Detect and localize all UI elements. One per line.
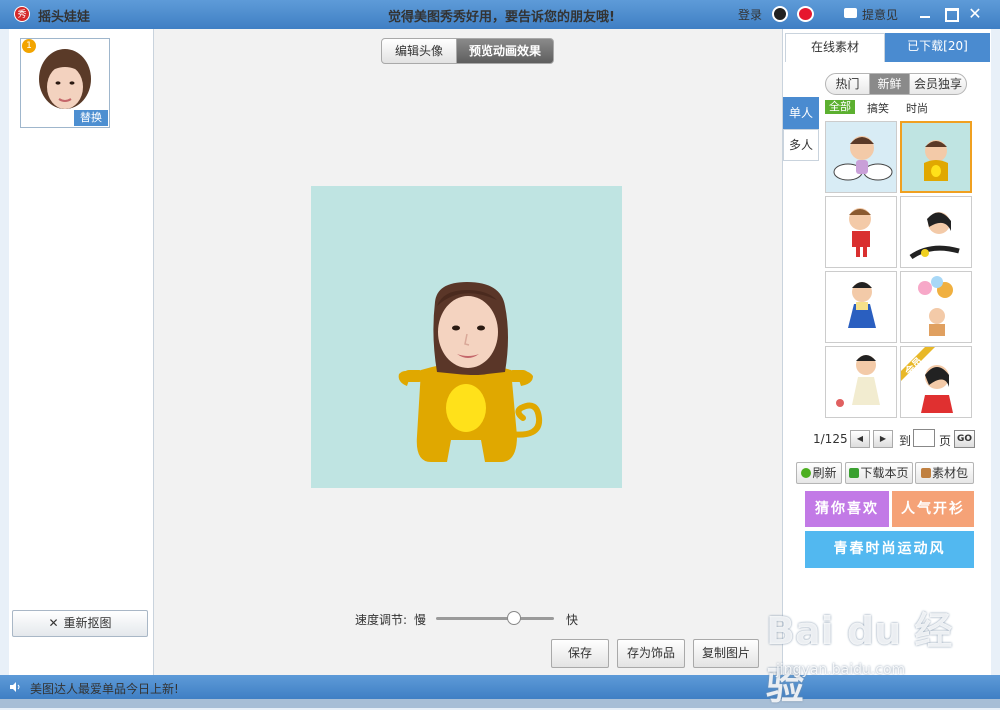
close-icon: ✕ (48, 616, 59, 630)
material-item[interactable] (825, 271, 897, 343)
recut-label: 重新抠图 (63, 616, 112, 630)
slogan-text: 觉得美图秀秀好用，要告诉您的朋友哦! (388, 10, 615, 25)
tab-downloaded[interactable]: 已下载[20] (885, 33, 990, 62)
login-link[interactable]: 登录 (738, 6, 762, 23)
tab-edit-avatar[interactable]: 编辑头像 (381, 38, 457, 64)
material-item[interactable] (825, 196, 897, 268)
page-label: 页 (939, 434, 952, 448)
banner-popular-cardigan[interactable]: 人气开衫 (892, 491, 974, 527)
filter-funny[interactable]: 搞笑 (867, 100, 889, 116)
close-button[interactable]: ✕ (966, 5, 984, 23)
material-thumbnail (909, 212, 960, 260)
material-thumbnail (833, 136, 893, 181)
bobblehead-figure (398, 282, 543, 462)
material-thumbnail (924, 140, 948, 181)
thumbnail-index-badge: 1 (22, 39, 36, 53)
refresh-icon (801, 468, 812, 478)
segment-new[interactable]: 新鲜 (869, 73, 910, 95)
goto-label: 到 (899, 434, 912, 448)
material-item-selected[interactable] (900, 121, 972, 193)
banner-guess-you-like[interactable]: 猜你喜欢 (805, 491, 889, 527)
weibo-icon[interactable] (797, 6, 814, 22)
speed-label: 速度调节: (355, 613, 408, 627)
page-indicator: 1/125 (813, 432, 848, 446)
baidu-watermark: Bai du 经验 jingyan.baidu.com (766, 600, 986, 708)
speed-slider-track[interactable] (436, 617, 554, 620)
save-as-accessory-button[interactable]: 存为饰品 (617, 639, 685, 668)
watermark-brand: Bai du 经验 (766, 609, 953, 708)
app-logo-icon: 秀 (14, 6, 30, 22)
status-announcement[interactable]: 美图达人最爱单品今日上新! (30, 680, 179, 697)
material-item[interactable] (825, 121, 897, 193)
minimize-button[interactable] (916, 5, 934, 23)
segment-hot[interactable]: 热门 (825, 73, 870, 95)
side-tab-multi[interactable]: 多人 (783, 129, 819, 161)
app-title: 摇头娃娃 (38, 10, 91, 25)
material-thumbnail (918, 276, 953, 336)
download-icon (849, 468, 860, 478)
package-icon (920, 468, 931, 478)
slow-label: 慢 (414, 613, 427, 627)
previous-page-button[interactable]: ◀ (850, 430, 870, 448)
material-pack-button[interactable]: 素材包 (915, 462, 974, 484)
tab-preview-animation[interactable]: 预览动画效果 (456, 38, 554, 64)
material-pack-label: 素材包 (931, 466, 968, 480)
refresh-button[interactable]: 刷新 (796, 462, 842, 484)
tab-online-materials[interactable]: 在线素材 (785, 33, 885, 62)
feedback-link[interactable]: 提意见 (862, 6, 898, 23)
copy-image-button[interactable]: 复制图片 (693, 639, 759, 668)
go-button[interactable]: GO (954, 430, 975, 448)
side-tab-single[interactable]: 单人 (783, 97, 819, 129)
page-number-input[interactable] (913, 429, 935, 447)
segment-vip[interactable]: 会员独享 (909, 73, 967, 95)
material-item[interactable] (900, 196, 972, 268)
filter-fashion[interactable]: 时尚 (906, 100, 928, 116)
next-page-button[interactable]: ▶ (873, 430, 893, 448)
fast-label: 快 (566, 613, 579, 627)
material-item[interactable] (825, 346, 897, 418)
download-page-label: 下载本页 (860, 466, 909, 480)
material-thumbnail (849, 208, 871, 257)
replace-button[interactable]: 替换 (74, 110, 108, 126)
speed-slider-handle[interactable] (506, 611, 521, 625)
refresh-label: 刷新 (812, 466, 837, 480)
material-item[interactable] (900, 271, 972, 343)
material-thumbnail (836, 355, 880, 407)
maximize-button[interactable] (942, 5, 960, 23)
save-button[interactable]: 保存 (551, 639, 609, 668)
recut-button[interactable]: ✕ 重新抠图 (12, 610, 148, 637)
watermark-url: jingyan.baidu.com (776, 662, 906, 678)
qq-icon[interactable] (772, 6, 788, 22)
feedback-icon (844, 8, 857, 18)
material-thumbnail (848, 282, 876, 328)
download-page-button[interactable]: 下载本页 (845, 462, 913, 484)
speaker-icon (10, 682, 20, 692)
animation-preview-canvas (311, 186, 622, 488)
filter-all[interactable]: 全部 (825, 100, 855, 114)
banner-youth-sport-style[interactable]: 青春时尚运动风 (805, 531, 974, 568)
